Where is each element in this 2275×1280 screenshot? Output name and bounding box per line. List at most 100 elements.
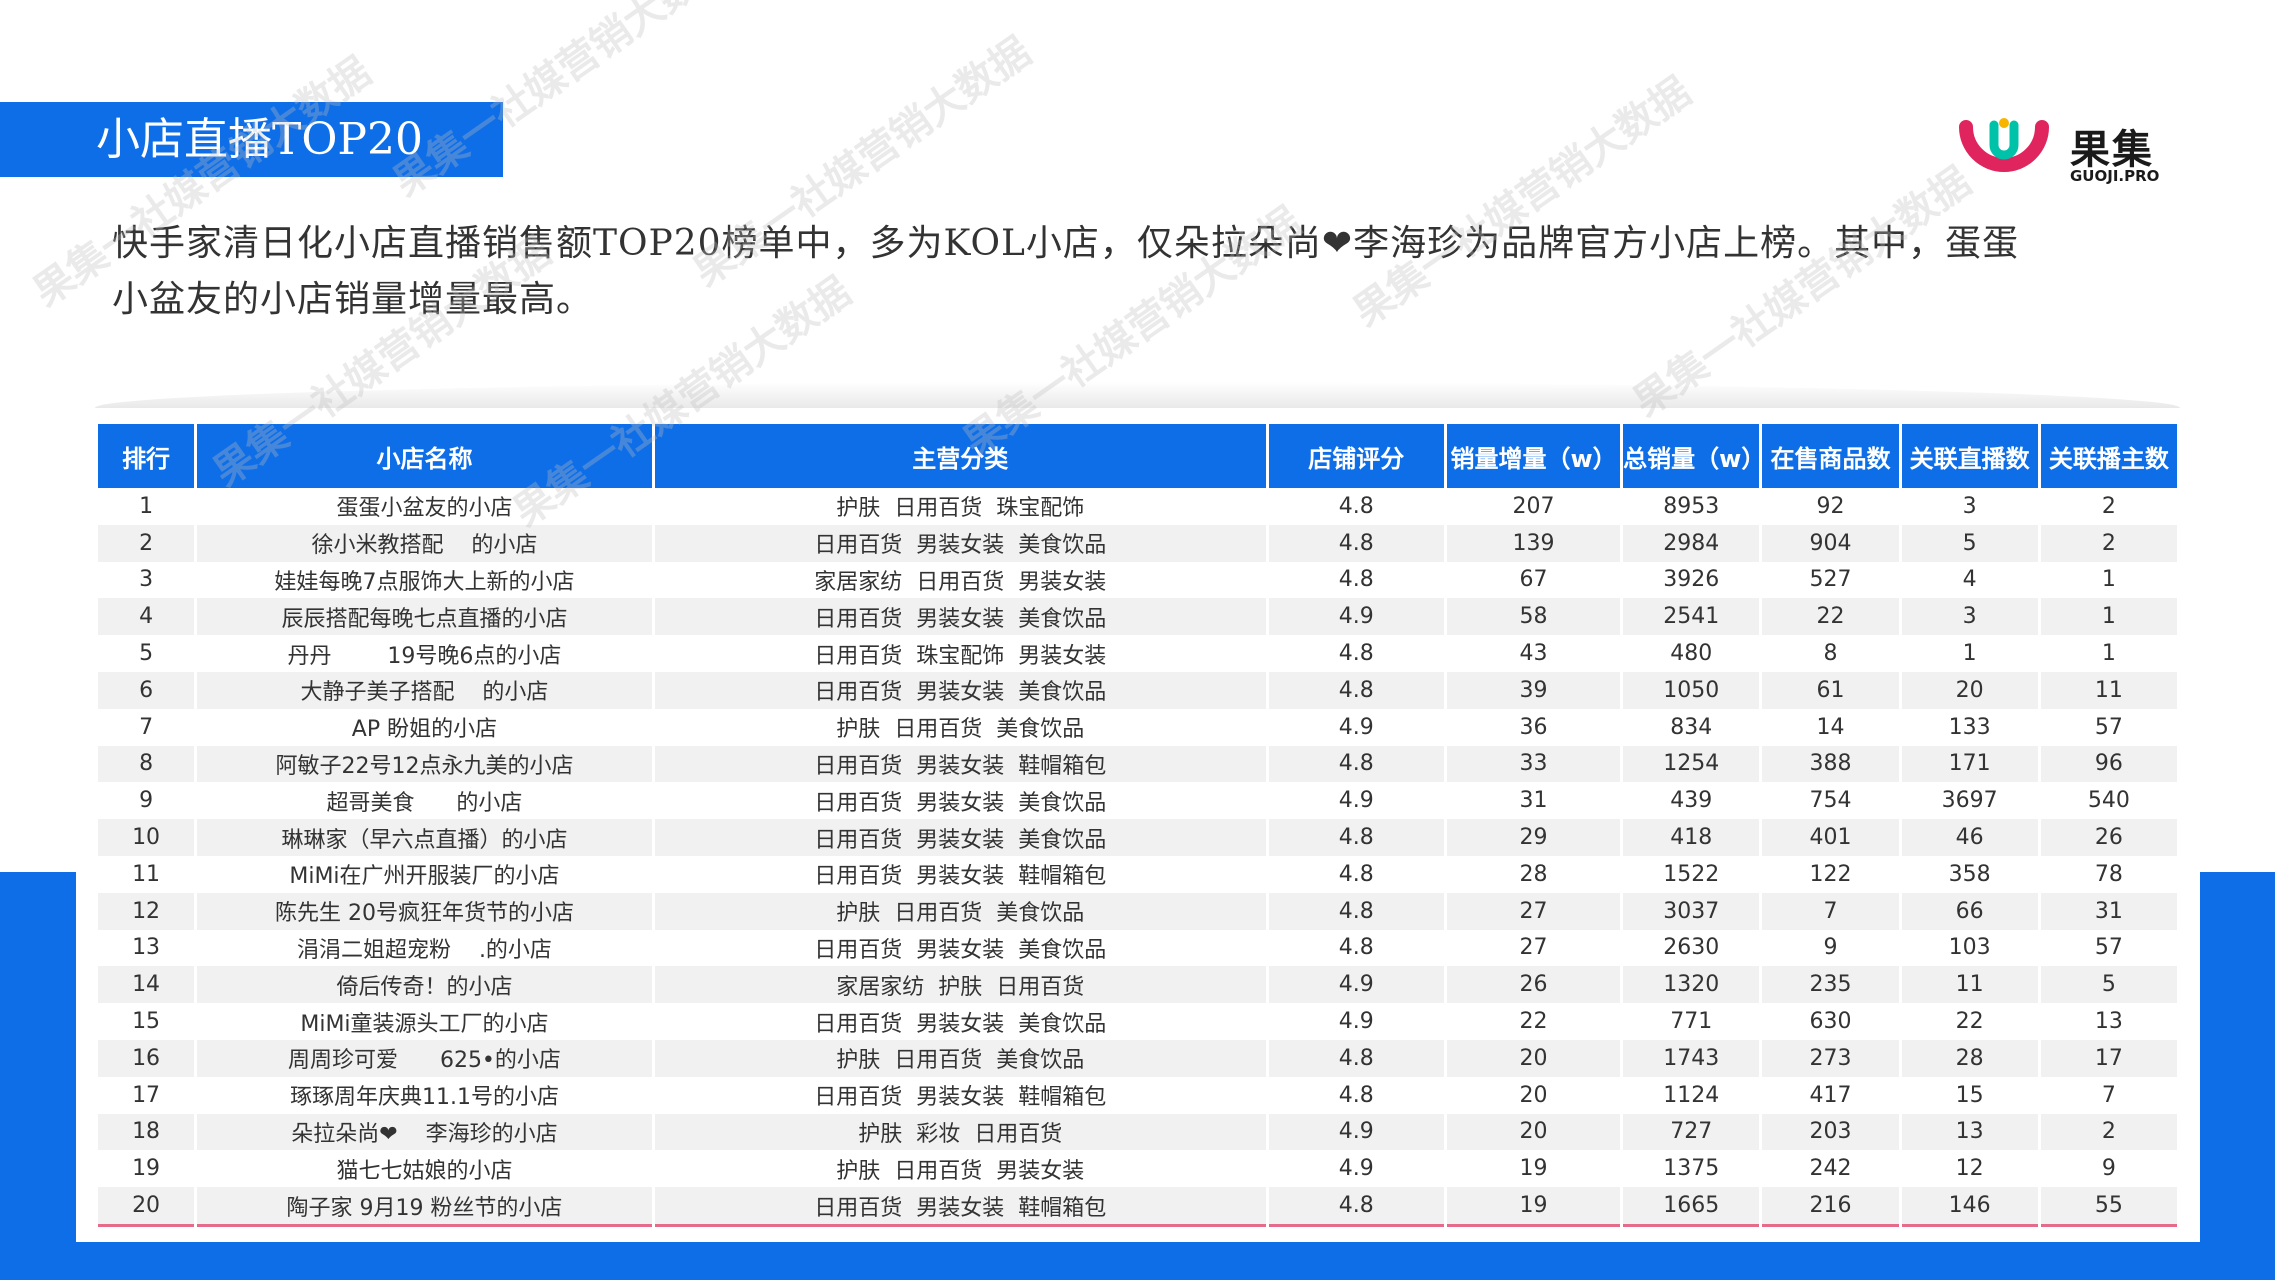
- logo: 果集 GUOJI.PRO: [1958, 117, 2168, 189]
- table-body: 1 蛋蛋小盆友的小店 护肤 日用百货 珠宝配饰 4.8 207 8953 92 3 2 2 徐小米教…: [98, 488, 2177, 1227]
- table-cell: 13: [132, 935, 161, 961]
- table-cell: 2: [2040, 1113, 2177, 1151]
- table-cell: 日用百货 男装女装 鞋帽箱包: [654, 745, 1266, 783]
- table-row: 1 蛋蛋小盆友的小店 护肤 日用百货 珠宝配饰 4.8 207 8953 92 3 2: [98, 488, 2177, 525]
- table-row: 8 阿敏子22号12点永九美的小店 日用百货 男装女装 鞋帽箱包 4.8 33 1254 3…: [98, 745, 2177, 783]
- table-cell: 57: [2094, 935, 2123, 961]
- table-cell: 33: [1446, 745, 1621, 783]
- table-cell: 4.8: [1338, 567, 1374, 593]
- table-cell: 171: [1901, 745, 2038, 783]
- table-cell: 护肤 日用百货 美食饮品: [654, 892, 1266, 930]
- table-row: 11 MiMi在广州开服装厂的小店 日用百货 男装女装 鞋帽箱包 4.8 28 1522 1…: [98, 856, 2177, 893]
- table-cell: 8: [98, 745, 195, 783]
- table-cell: 19: [1519, 1156, 1548, 1182]
- table-cell: 2: [2040, 524, 2177, 562]
- table-cell: 7: [139, 714, 154, 740]
- table-cell: 28: [1901, 1039, 2038, 1077]
- table-cell: 9: [1823, 935, 1838, 961]
- table-cell: 8: [1823, 641, 1838, 667]
- column-header: 在售商品数: [1762, 424, 1899, 488]
- table-cell: 阿敏子22号12点永九美的小店: [197, 745, 652, 783]
- table-cell: MiMi在广州开服装厂的小店: [289, 864, 560, 890]
- table-cell: 4.8: [1268, 524, 1444, 562]
- table-cell: 辰辰搭配每晚七点直播的小店: [197, 598, 652, 636]
- table-cell: MiMi童装源头工厂的小店: [300, 1011, 549, 1037]
- table-cell: 67: [1519, 567, 1548, 593]
- column-header: 关联播主数: [2040, 424, 2177, 488]
- table-cell: 日用百货 男装女装 美食饮品: [814, 937, 1107, 963]
- table-cell: 216: [1762, 1187, 1899, 1227]
- table-cell: 203: [1762, 1113, 1899, 1151]
- table-cell: 4.9: [1338, 714, 1374, 740]
- table-cell: 103: [1948, 935, 1991, 961]
- table-cell: 417: [1809, 1082, 1852, 1108]
- table-cell: 日用百货 男装女装 美食饮品: [654, 819, 1266, 856]
- table-cell: 护肤 日用百货 男装女装: [836, 1158, 1085, 1184]
- table-cell: 日用百货 男装女装 鞋帽箱包: [654, 1187, 1266, 1227]
- table-cell: 11: [1901, 966, 2038, 1004]
- table-cell: 43: [1519, 641, 1548, 667]
- table-cell: 日用百货 男装女装 美食饮品: [654, 671, 1266, 709]
- table-cell: 12: [1955, 1156, 1984, 1182]
- table-cell: 19: [132, 1156, 161, 1182]
- table-cell: 护肤 彩妆 日用百货: [654, 1113, 1266, 1151]
- table-row: 10 琳琳家（早六点直播）的小店 日用百货 男装女装 美食饮品 4.8 29 418 401…: [98, 819, 2177, 856]
- table-cell: 480: [1670, 641, 1713, 667]
- table-row: 9 超哥美食 的小店 日用百货 男装女装 美食饮品 4.9 31 439 754 3697 54…: [98, 782, 2177, 819]
- table-cell: 439: [1670, 788, 1713, 814]
- table-cell: 46: [1901, 819, 2038, 856]
- table-cell: 15: [132, 1009, 161, 1035]
- table-cell: 蛋蛋小盆友的小店: [336, 496, 513, 522]
- column-header: 店铺评分: [1268, 424, 1444, 488]
- table-cell: 琢琢周年庆典11.1号的小店: [289, 1085, 559, 1111]
- table-cell: 14: [1816, 714, 1845, 740]
- table-cell: 家居家纺 日用百货 男装女装: [814, 569, 1107, 595]
- table-cell: 5: [2040, 966, 2177, 1004]
- table-cell: 20: [98, 1187, 195, 1227]
- table-cell: 727: [1623, 1113, 1760, 1151]
- table-cell: 3: [1962, 493, 1977, 519]
- table-cell: 388: [1762, 745, 1899, 783]
- table-cell: 3697: [1941, 788, 1998, 814]
- table-cell: 4.9: [1268, 966, 1444, 1004]
- table-row: 13 涓涓二姐超宠粉 .的小店 日用百货 男装女装 美食饮品 4.8 27 2630 9 10…: [98, 930, 2177, 967]
- table-row: 5 丹丹 19号晚6点的小店 日用百货 珠宝配饰 男装女装 4.8 43 480 8 1 1: [98, 635, 2177, 672]
- table-row: 18 朵拉朵尚❤ 李海珍的小店 护肤 彩妆 日用百货 4.9 20 727 203 13 2: [98, 1113, 2177, 1151]
- table-cell: 2630: [1663, 935, 1720, 961]
- table-row: 12 陈先生 20号疯狂年货节的小店 护肤 日用百货 美食饮品 4.8 27 3037 7 6…: [98, 892, 2177, 930]
- table-cell: 3926: [1663, 567, 1720, 593]
- table-cell: 2541: [1623, 598, 1760, 636]
- table-cell: 1320: [1623, 966, 1760, 1004]
- table-cell: 273: [1762, 1039, 1899, 1077]
- table-cell: 4: [1962, 567, 1977, 593]
- table-cell: 26: [1446, 966, 1621, 1004]
- table-row: 3 娃娃每晚7点服饰大上新的小店 家居家纺 日用百货 男装女装 4.8 67 3926 52…: [98, 562, 2177, 599]
- table-cell: 日用百货 男装女装 美食饮品: [814, 790, 1107, 816]
- table-cell: 13: [1901, 1113, 2038, 1151]
- table-cell: 日用百货 男装女装 美食饮品: [654, 524, 1266, 562]
- table-cell: 133: [1948, 714, 1991, 740]
- table-cell: 1: [2101, 567, 2116, 593]
- column-header: 排行: [98, 424, 195, 488]
- table-cell: 日用百货 男装女装 鞋帽箱包: [814, 864, 1107, 890]
- table-cell: 日用百货 珠宝配饰 男装女装: [814, 643, 1107, 669]
- table-row: 14 倚后传奇！的小店 家居家纺 护肤 日用百货 4.9 26 1320 235 11 5: [98, 966, 2177, 1004]
- table-cell: 16: [98, 1039, 195, 1077]
- table-cell: 1: [2040, 598, 2177, 636]
- table-cell: 9: [139, 788, 154, 814]
- table-cell: 15: [1955, 1082, 1984, 1108]
- column-header: 小店名称: [197, 424, 652, 488]
- table-cell: 1: [1962, 641, 1977, 667]
- table-cell: 日用百货 男装女装 鞋帽箱包: [814, 1085, 1107, 1111]
- table-row: 19 猫七七姑娘的小店 护肤 日用百货 男装女装 4.9 19 1375 242 12 9: [98, 1150, 2177, 1187]
- table-cell: 2: [2101, 493, 2116, 519]
- table-cell: 陶子家 9月19 粉丝节的小店: [197, 1187, 652, 1227]
- table-cell: 4.8: [1268, 819, 1444, 856]
- table-cell: 7: [1762, 892, 1899, 930]
- intro-text: 快手家清日化小店直播销售额TOP20榜单中，多为KOL小店，仅朵拉朵尚❤李海珍为…: [112, 216, 2052, 328]
- table-cell: 4.9: [1268, 598, 1444, 636]
- table-cell: 丹丹 19号晚6点的小店: [287, 643, 562, 669]
- table-cell: 周周珍可爱 625•的小店: [197, 1039, 652, 1077]
- table-cell: 4.9: [1338, 788, 1374, 814]
- table-cell: 4.8: [1268, 1039, 1444, 1077]
